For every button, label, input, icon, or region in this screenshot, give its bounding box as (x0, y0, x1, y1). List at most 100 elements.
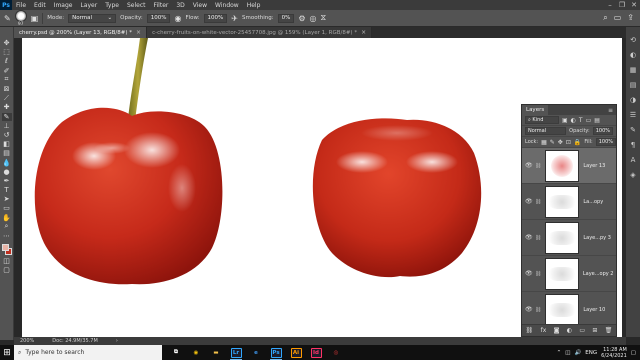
menu-item-help[interactable]: Help (243, 2, 265, 9)
lock-artboard-icon[interactable]: ⊡ (566, 139, 571, 146)
foreground-color-swatch[interactable] (1, 244, 9, 252)
shape-filter-icon[interactable]: ▭ (586, 117, 592, 124)
layer-name[interactable]: Laye...py 3 (583, 235, 611, 241)
adjustment-filter-icon[interactable]: ◐ (571, 117, 576, 124)
eraser-tool-icon[interactable]: ◧ (2, 140, 12, 148)
link-layers-icon[interactable]: ⛓ (526, 327, 534, 334)
color-panel-icon[interactable]: ◐ (629, 50, 638, 59)
zoom-level[interactable]: 200% (20, 338, 34, 344)
layer-name[interactable]: Layer 13 (583, 163, 605, 169)
restore-icon[interactable]: ❐ (616, 0, 628, 10)
menu-item-image[interactable]: Image (50, 2, 77, 9)
new-group-icon[interactable]: ▭ (579, 327, 585, 334)
close-icon[interactable]: × (361, 29, 366, 36)
path-selection-tool-icon[interactable]: ➤ (2, 195, 12, 203)
volume-icon[interactable]: 🔊 (574, 350, 581, 356)
close-icon[interactable]: ✕ (628, 0, 640, 10)
taskbar-app-chrome[interactable]: ◉ (186, 345, 206, 360)
taskbar-app-file-explorer[interactable]: ▬ (206, 345, 226, 360)
zoom-tool-icon[interactable]: ⌕ (2, 222, 12, 231)
properties-icon[interactable]: ☰ (629, 110, 638, 119)
layer-thumbnail[interactable] (545, 293, 580, 326)
opacity-field[interactable]: 100% (146, 13, 171, 23)
layer-row[interactable]: 👁 ⛓ Layer 13 (522, 148, 616, 184)
adjustments-icon[interactable]: ◑ (629, 95, 638, 104)
mode-select[interactable]: Normal ⌄ (68, 13, 117, 23)
brush-settings-icon[interactable]: ▣ (31, 14, 39, 23)
fill-field[interactable]: 100% (595, 138, 617, 146)
clone-stamp-tool-icon[interactable]: ⊥ (2, 122, 12, 130)
workspace-icon[interactable]: ▭ (614, 13, 622, 23)
color-swatches[interactable] (1, 243, 13, 256)
history-icon[interactable]: ⟲ (629, 35, 638, 44)
windows-start-icon[interactable]: ⊞ (0, 345, 14, 360)
search-icon[interactable]: ⌕ (603, 13, 607, 23)
hand-tool-icon[interactable]: ✋ (2, 214, 12, 222)
delete-layer-icon[interactable]: 🗑 (605, 327, 613, 334)
blend-mode-select[interactable]: Normal (525, 127, 567, 135)
lock-transparency-icon[interactable]: ▦ (541, 139, 547, 146)
minimize-icon[interactable]: – (604, 0, 616, 10)
marquee-tool-icon[interactable]: ⬚ (2, 48, 12, 56)
menu-item-edit[interactable]: Edit (30, 2, 50, 9)
menu-item-3d[interactable]: 3D (172, 2, 188, 9)
add-mask-icon[interactable]: ◙ (554, 327, 560, 334)
layer-row[interactable]: 👁 ⛓ Laye...opy 2 (522, 256, 616, 292)
brush-settings-icon[interactable]: ✎ (629, 125, 638, 134)
lasso-tool-icon[interactable]: ℓ (2, 57, 12, 65)
screen-mode-icon[interactable]: ▢ (2, 266, 12, 274)
smoothing-field[interactable]: 0% (277, 13, 295, 23)
gear-icon[interactable]: ⚙ (298, 14, 305, 23)
layer-thumbnail[interactable] (545, 149, 580, 182)
layer-name[interactable]: Laye...opy 2 (583, 271, 613, 277)
layers-panel-icon[interactable]: ◈ (629, 170, 638, 179)
visibility-eye-icon[interactable]: 👁 (525, 234, 533, 241)
taskbar-app-task-view[interactable]: ⧉ (166, 345, 186, 360)
brush-preset-picker[interactable]: 97 (14, 9, 27, 27)
pen-tool-icon[interactable]: ✒ (2, 177, 12, 185)
layer-opacity-field[interactable]: 100% (592, 127, 613, 135)
notifications-icon[interactable]: ▢ (631, 350, 636, 356)
chevron-up-icon[interactable]: ⌃ (557, 350, 562, 356)
crop-tool-icon[interactable]: ⌗ (2, 75, 12, 84)
menu-item-file[interactable]: File (12, 2, 30, 9)
taskbar-app-indesign[interactable]: Id (306, 345, 326, 360)
menu-item-view[interactable]: View (189, 2, 211, 9)
character-icon[interactable]: A (629, 155, 638, 164)
layer-name[interactable]: La...opy (583, 199, 603, 205)
move-tool-icon[interactable]: ✥ (2, 39, 12, 47)
symmetry-icon[interactable]: ⧖ (320, 13, 326, 23)
layer-thumbnail[interactable] (545, 185, 580, 218)
pressure-opacity-icon[interactable]: ◉ (174, 14, 181, 23)
visibility-eye-icon[interactable]: 👁 (525, 198, 533, 205)
libraries-icon[interactable]: ▤ (629, 80, 638, 89)
taskbar-search[interactable]: ⌕ Type here to search (14, 345, 162, 360)
type-tool-icon[interactable]: T (2, 186, 12, 194)
healing-brush-tool-icon[interactable]: ✚ (2, 103, 12, 111)
frame-tool-icon[interactable]: ⊠ (2, 85, 12, 93)
visibility-eye-icon[interactable]: 👁 (525, 306, 533, 313)
menu-item-window[interactable]: Window (211, 2, 243, 9)
gradient-tool-icon[interactable]: ▤ (2, 149, 12, 157)
visibility-eye-icon[interactable]: 👁 (525, 270, 533, 277)
type-filter-icon[interactable]: T (579, 117, 583, 124)
visibility-eye-icon[interactable]: 👁 (525, 162, 533, 169)
kind-filter-select[interactable]: ⌕ Kind (525, 116, 559, 124)
lock-all-icon[interactable]: 🔒 (574, 139, 581, 146)
document-tab[interactable]: cherry.psd @ 200% (Layer 13, RGB/8#) * × (14, 27, 148, 38)
dodge-tool-icon[interactable]: ● (2, 168, 12, 176)
lock-position-icon[interactable]: ✥ (558, 139, 563, 146)
taskbar-app-photoshop[interactable]: Ps (266, 345, 286, 360)
new-adjustment-icon[interactable]: ◐ (567, 327, 572, 334)
quick-mask-icon[interactable]: ◫ (2, 257, 12, 265)
paragraph-icon[interactable]: ¶ (629, 140, 638, 149)
quick-select-tool-icon[interactable]: ✐ (2, 67, 12, 75)
smart-filter-icon[interactable]: ▤ (594, 117, 600, 124)
history-brush-tool-icon[interactable]: ↺ (2, 131, 12, 139)
layer-thumbnail[interactable] (545, 221, 580, 254)
swatches-panel-icon[interactable]: ▦ (629, 65, 638, 74)
menu-item-filter[interactable]: Filter (150, 2, 173, 9)
language-indicator[interactable]: ENG (585, 350, 597, 356)
layer-thumbnail[interactable] (545, 257, 579, 290)
menu-item-select[interactable]: Select (123, 2, 150, 9)
